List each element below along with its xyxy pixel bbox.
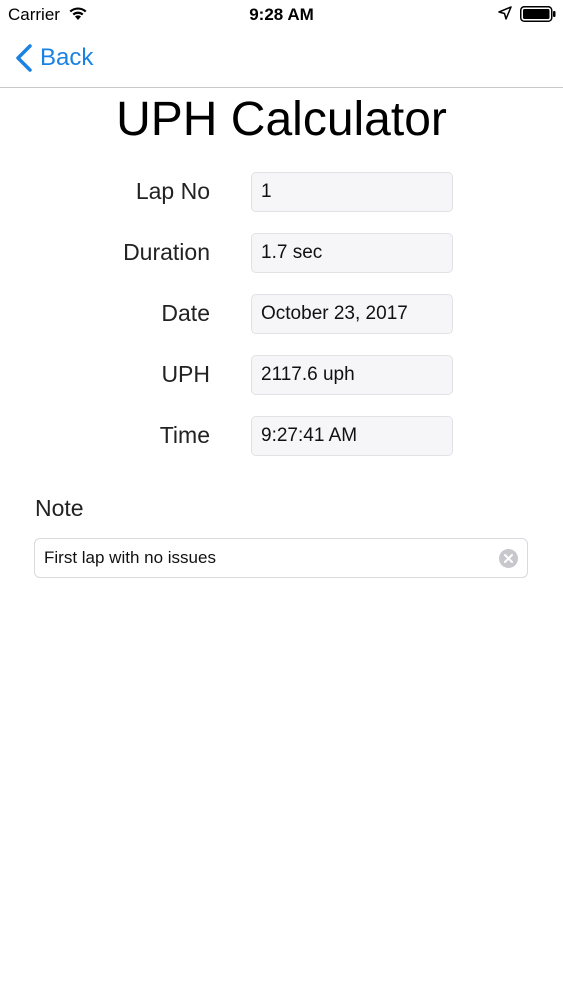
duration-label: Duration (123, 239, 210, 265)
back-label: Back (40, 44, 94, 71)
clock: 9:28 AM (249, 5, 314, 24)
status-bar: Carrier 9:28 AM (0, 0, 563, 30)
date-label: Date (161, 300, 210, 326)
page-title: UPH Calculator (116, 93, 447, 146)
battery-icon (520, 6, 556, 22)
form-row-duration: Duration 1.7 sec (0, 233, 563, 275)
location-arrow-icon (498, 6, 512, 20)
screen: Carrier 9:28 AM Back UPH Calculator Lap … (0, 0, 563, 1000)
uph-label: UPH (161, 361, 210, 387)
form-row-lap-no: Lap No 1 (0, 172, 563, 214)
time-field[interactable]: 9:27:41 AM (251, 416, 453, 456)
clear-text-icon[interactable] (499, 549, 518, 568)
date-field[interactable]: October 23, 2017 (251, 294, 453, 334)
uph-field[interactable]: 2117.6 uph (251, 355, 453, 395)
form-row-date: Date October 23, 2017 (0, 294, 563, 336)
chevron-left-icon (16, 44, 32, 72)
form-row-uph: UPH 2117.6 uph (0, 355, 563, 397)
note-field[interactable]: First lap with no issues (34, 538, 528, 578)
lap-no-label: Lap No (135, 178, 210, 204)
navigation-bar: Back (0, 30, 563, 88)
form-row-time: Time 9:27:41 AM (0, 416, 563, 458)
note-label: Note (35, 495, 84, 521)
note-text: First lap with no issues (44, 548, 216, 567)
lap-no-field[interactable]: 1 (251, 172, 453, 212)
time-label: Time (159, 422, 210, 448)
duration-field[interactable]: 1.7 sec (251, 233, 453, 273)
back-button[interactable]: Back (14, 40, 93, 76)
